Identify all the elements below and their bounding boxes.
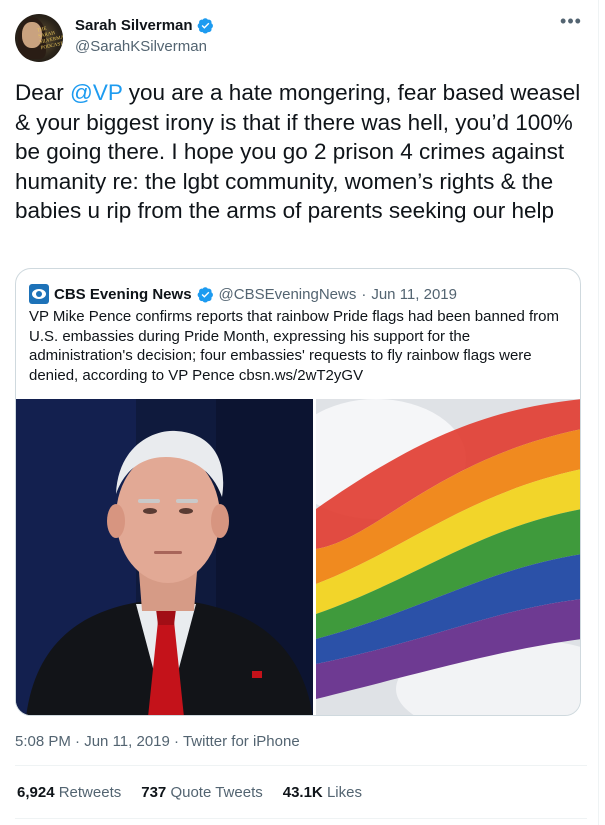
cbs-pupil-shape (36, 291, 42, 297)
likes-label: Likes (326, 784, 362, 801)
tweet-detail: THE SARAH SILVERMAN PODCAST Sarah Silver… (0, 0, 599, 825)
tweet-meta: 5:08 PM · Jun 11, 2019 · Twitter for iPh… (15, 733, 300, 750)
meta-dot-1: · (75, 733, 85, 750)
retweets-label: Retweets (58, 784, 122, 801)
quote-tweets-count: 737 (141, 784, 167, 801)
quoted-verified-badge-icon (197, 286, 213, 303)
pence-illustration (16, 399, 313, 715)
tweet-text-prefix: Dear (15, 80, 71, 105)
author-display-name[interactable]: Sarah Silverman (75, 17, 193, 34)
rainbow-flag-illustration (316, 399, 580, 715)
author-block: Sarah Silverman @SarahKSilverman (75, 17, 214, 55)
quoted-tweet-card[interactable]: CBS Evening News @CBSEveningNews · Jun 1… (15, 268, 581, 716)
retweets-count: 6,924 (17, 784, 55, 801)
likes-stat[interactable]: 43.1K Likes (283, 784, 362, 801)
tweet-source[interactable]: Twitter for iPhone (183, 733, 300, 750)
quoted-author-handle: @CBSEveningNews (218, 285, 357, 303)
avatar-text: THE SARAH SILVERMAN PODCAST (36, 26, 63, 52)
quoted-media[interactable] (16, 399, 580, 715)
quoted-dot-separator: · (361, 285, 367, 303)
quote-tweets-stat[interactable]: 737 Quote Tweets (141, 784, 262, 801)
verified-badge-icon (197, 18, 213, 34)
tweet-text: Dear @VP you are a hate mongering, fear … (15, 78, 587, 226)
tweet-stats: 6,924 Retweets 737 Quote Tweets 43.1K Li… (17, 784, 362, 801)
tweet-time[interactable]: 5:08 PM (15, 733, 71, 750)
author-name-row[interactable]: Sarah Silverman (75, 17, 214, 34)
photo-mike-pence[interactable] (16, 399, 313, 715)
divider-top (15, 765, 587, 766)
quote-tweets-label: Quote Tweets (170, 784, 263, 801)
likes-count: 43.1K (282, 784, 323, 801)
cbs-logo-icon (29, 284, 49, 304)
avatar[interactable]: THE SARAH SILVERMAN PODCAST (15, 14, 63, 62)
mention-link[interactable]: @VP (70, 80, 122, 105)
quoted-date: Jun 11, 2019 (371, 285, 457, 303)
quoted-tweet-text: VP Mike Pence confirms reports that rain… (29, 308, 560, 384)
quoted-author-name: CBS Evening News (54, 285, 192, 303)
retweets-stat[interactable]: 6,924 Retweets (17, 784, 121, 801)
quoted-tweet-header: CBS Evening News @CBSEveningNews · Jun 1… (29, 284, 457, 304)
author-handle[interactable]: @SarahKSilverman (75, 38, 214, 55)
photo-rainbow-flag[interactable] (316, 399, 580, 715)
divider-bottom (15, 818, 587, 819)
tweet-date[interactable]: Jun 11, 2019 (84, 733, 170, 750)
meta-dot-2: · (174, 733, 183, 750)
more-horizontal-icon[interactable]: ••• (560, 12, 582, 34)
